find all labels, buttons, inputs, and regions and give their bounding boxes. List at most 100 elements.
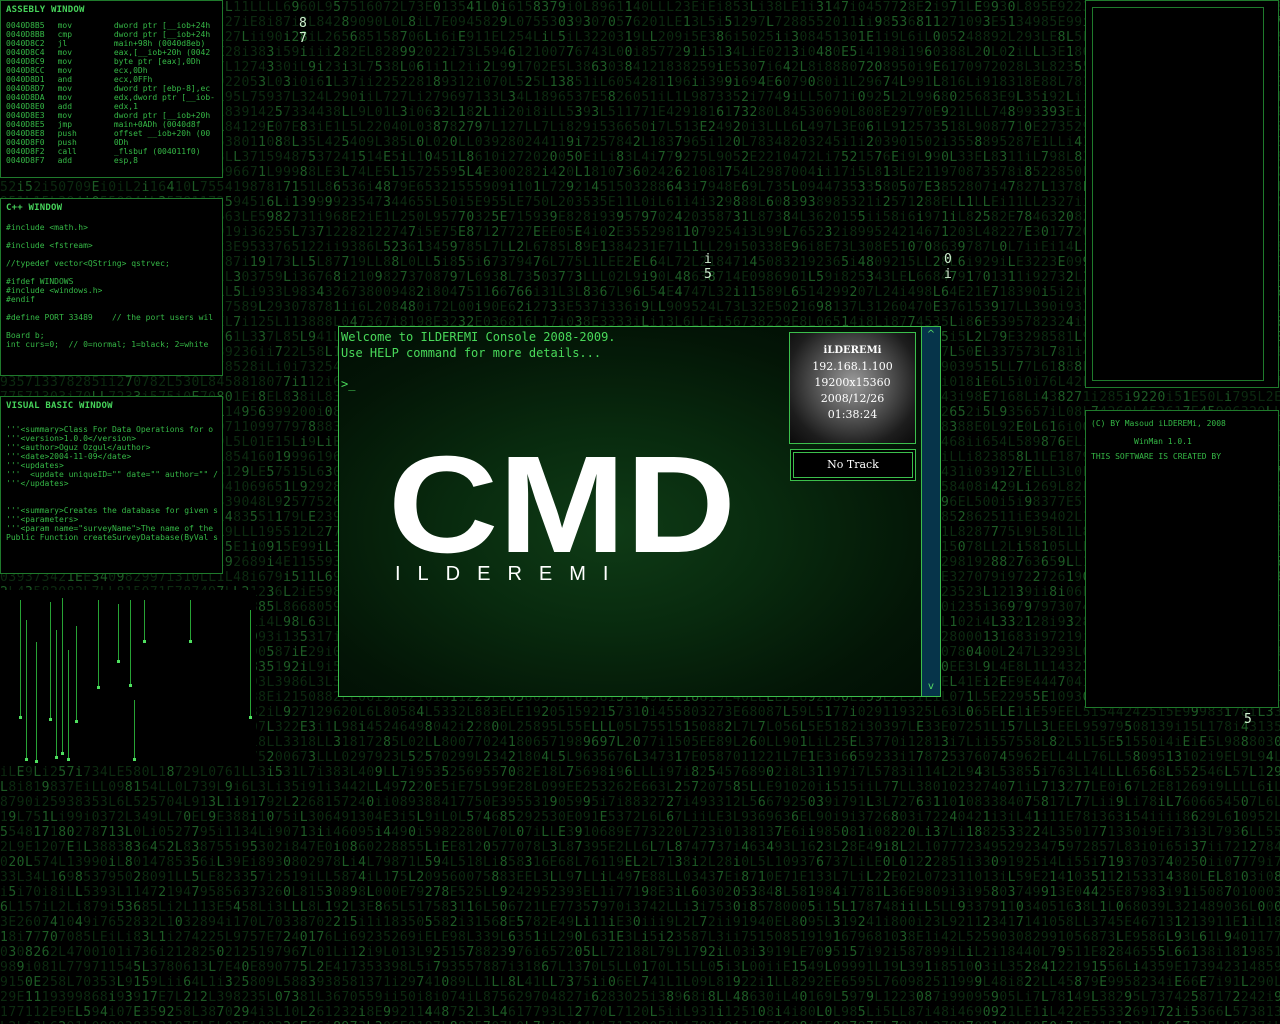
vb-line <box>6 497 217 506</box>
asm-row: 0040D8C9 mov byte ptr [eax],0Dh <box>6 57 217 66</box>
asm-args: edx,dword ptr [__iob- <box>113 93 215 102</box>
rain-streak-head <box>75 720 78 723</box>
asm-args: main+0ADh (0040d8f <box>113 120 201 129</box>
rain-streak-head <box>25 758 28 761</box>
credit-created-by: THIS SOFTWARE IS CREATED BY <box>1091 452 1222 461</box>
right-top-panel <box>1085 0 1279 388</box>
asm-op: add <box>57 156 73 165</box>
asm-op: and <box>57 75 73 84</box>
rain-streak-head <box>249 716 252 719</box>
asm-op: mov <box>57 66 73 75</box>
vb-line: '''<summary>Class For Data Operations fo… <box>6 425 214 434</box>
asm-op: call <box>57 147 77 156</box>
vb-line: '''<author>Oguz Ozgul</author> <box>6 443 151 452</box>
assembly-window-title: ASSEBLY WINDOW <box>6 5 85 15</box>
asm-row: 0040D8F0 push 0Dh <box>6 138 217 147</box>
vb-line: Public Function createSurveyDatabase(ByV… <box>6 533 218 542</box>
asm-args: ecx,0FFh <box>113 75 153 84</box>
asm-args: dword ptr [__iob+24h <box>113 30 211 39</box>
vb-line: '''<param name="surveyName">The name of … <box>6 524 214 533</box>
asm-addr: 0040D8E0 <box>6 102 45 111</box>
cpp-line: #endif <box>6 295 35 304</box>
asm-row: 0040D8E5 jmp main+0ADh (0040d8f <box>6 120 217 129</box>
console-welcome: Welcome to ILDEREMI Console 2008-2009. <box>341 330 616 344</box>
asm-op: mov <box>57 21 73 30</box>
asm-args: dword ptr [__iob+24h <box>113 21 211 30</box>
rain-streak-head <box>133 758 136 761</box>
glyph-decoration: 0i <box>944 252 952 282</box>
glyph-decoration: i5 <box>704 252 712 282</box>
asm-op: mov <box>57 57 73 66</box>
asm-addr: 0040D8B5 <box>6 21 45 30</box>
asm-addr: 0040D8E5 <box>6 120 45 129</box>
asm-addr: 0040D8F2 <box>6 147 45 156</box>
asm-args: byte ptr [eax],0Dh <box>113 57 201 66</box>
asm-args: edx,1 <box>113 102 138 111</box>
rain-streak <box>98 600 99 688</box>
asm-args: 0Dh <box>113 138 129 147</box>
no-track-button[interactable]: No Track <box>790 449 916 481</box>
asm-row: 0040D8F7 add esp,8 <box>6 156 217 165</box>
asm-row: 0040D8C2 jl main+98h (0040d8eb) <box>6 39 217 48</box>
console-window[interactable]: Welcome to ILDEREMI Console 2008-2009. Us… <box>338 326 941 697</box>
vb-line: '''<summary>Creates the database for giv… <box>6 506 218 515</box>
cpp-line: #include <windows.h> <box>6 286 103 295</box>
credit-copyright: (C) BY Masoud iLDEREMi, 2008 <box>1091 419 1226 428</box>
rain-streak <box>56 630 57 758</box>
asm-args: _flsbuf (004011f0) <box>113 147 201 156</box>
rain-streak-head <box>61 752 64 755</box>
asm-row: 0040D8E0 add edx,1 <box>6 102 217 111</box>
asm-op: push <box>57 138 77 147</box>
rain-streak-head <box>117 660 120 663</box>
vb-line: '''<version>1.0.0</version> <box>6 434 137 443</box>
resolution: 19200x15360 <box>814 376 891 389</box>
asm-row: 0040D8D7 mov dword ptr [ebp-8],ec <box>6 84 217 93</box>
asm-row: 0040D8CC mov ecx,0Dh <box>6 66 217 75</box>
rain-streak-head <box>19 716 22 719</box>
console-scrollbar[interactable]: ^ v <box>921 327 940 696</box>
asm-row: 0040D8E8 push offset __iob+20h (00 <box>6 129 217 138</box>
asm-args: ecx,0Dh <box>113 66 148 75</box>
cpp-code: #include <math.h> #include <fstream> //typ… <box>1 223 222 349</box>
rain-streak-head <box>143 640 146 643</box>
asm-addr: 0040D8BB <box>6 30 45 39</box>
asm-row: 0040D8DA mov edx,dword ptr [__iob- <box>6 93 217 102</box>
cpp-window-title: C++ WINDOW <box>6 203 63 213</box>
rain-streak <box>20 600 21 718</box>
rain-streak <box>68 650 69 760</box>
rain-streak <box>62 598 63 754</box>
no-track-label: No Track <box>793 452 913 478</box>
date: 2008/12/26 <box>820 392 885 405</box>
asm-row: 0040D8B5 mov dword ptr [__iob+24h <box>6 21 217 30</box>
credits-panel: (C) BY Masoud iLDEREMi, 2008 WinMan 1.0.… <box>1085 410 1279 708</box>
vb-line: '''<date>2004-11-09</date> <box>6 452 132 461</box>
asm-row: 0040D8E3 mov dword ptr [__iob+20h <box>6 111 217 120</box>
scroll-up-arrow-icon[interactable]: ^ <box>922 328 940 342</box>
ilderemi-logo-subtitle: ILDEREMI <box>395 563 626 585</box>
asm-args: esp,8 <box>113 156 138 165</box>
asm-op: jl <box>57 39 68 48</box>
rain-streak <box>130 600 131 686</box>
rain-streak <box>250 610 251 718</box>
glyph-decoration: 87 <box>299 16 307 46</box>
cpp-line <box>6 250 217 259</box>
console-prompt-input[interactable]: >_ <box>341 377 355 391</box>
vb-line: '''<updates> <box>6 461 64 470</box>
asm-row: 0040D8F2 call _flsbuf (004011f0) <box>6 147 217 156</box>
asm-addr: 0040D8C2 <box>6 39 45 48</box>
asm-op: jmp <box>57 120 73 129</box>
cpp-line <box>6 268 217 277</box>
vb-line: '''<parameters> <box>6 515 79 524</box>
rain-streak-head <box>97 686 100 689</box>
matrix-rain-panel <box>0 590 256 766</box>
cpp-line: #include <fstream> <box>6 241 93 250</box>
asm-addr: 0040D8E3 <box>6 111 45 120</box>
cpp-line: #include <math.h> <box>6 223 88 232</box>
cmd-logo-text: CMD <box>388 445 736 559</box>
scroll-down-arrow-icon[interactable]: v <box>922 680 940 694</box>
cpp-line <box>6 304 217 313</box>
asm-addr: 0040D8F7 <box>6 156 45 165</box>
cpp-line: #ifdef WINDOWS <box>6 277 74 286</box>
cmd-logo: CMD <box>388 445 736 559</box>
time: 01:38:24 <box>827 408 878 421</box>
